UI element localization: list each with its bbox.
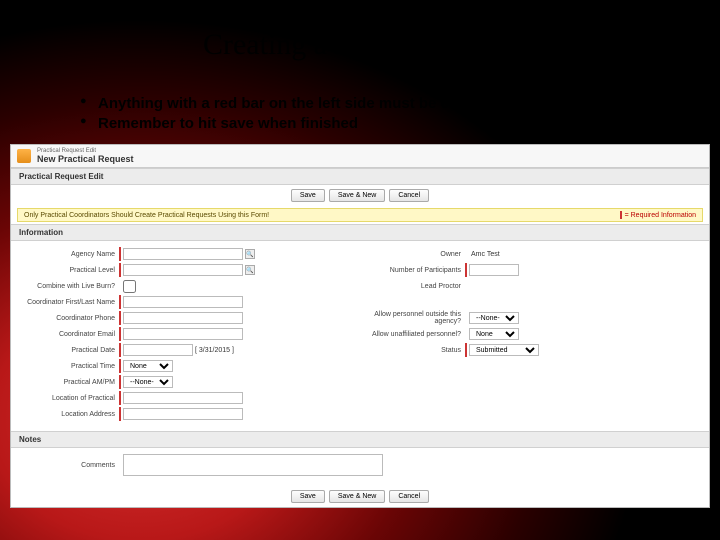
allow-unaffiliated-select[interactable]: None (469, 328, 519, 340)
location-addr-input[interactable] (123, 408, 243, 420)
required-marker (119, 295, 121, 309)
section-notes-bar: Notes (11, 431, 709, 448)
lookup-icon[interactable]: 🔍 (245, 249, 255, 259)
warning-bar: Only Practical Coordinators Should Creat… (17, 208, 703, 222)
status-label: Status (365, 347, 465, 354)
practical-date-input[interactable] (123, 344, 193, 356)
bullet-item: Anything with a red bar on the left side… (80, 94, 516, 114)
owner-label: Owner (365, 251, 465, 258)
coord-email-label: Coordinator Email (19, 331, 119, 338)
coord-phone-label: Coordinator Phone (19, 315, 119, 322)
app-logo-icon (17, 149, 31, 163)
location-input[interactable] (123, 392, 243, 404)
required-marker (119, 263, 121, 277)
owner-value: Amc Test (469, 251, 500, 258)
participants-label: Number of Participants (365, 267, 465, 274)
required-marker (119, 391, 121, 405)
comments-textarea[interactable] (123, 454, 383, 476)
practical-date-label: Practical Date (19, 347, 119, 354)
agency-name-input[interactable] (123, 248, 243, 260)
form-body: Agency Name 🔍 Practical Level 🔍 Combine … (11, 241, 709, 431)
coord-name-label: Coordinator First/Last Name (19, 299, 119, 306)
required-marker (119, 407, 121, 421)
date-hint[interactable]: [ 3/31/2015 ] (193, 347, 234, 354)
slide-bullets: Anything with a red bar on the left side… (80, 94, 516, 135)
status-select[interactable]: Submitted (469, 344, 539, 356)
toolbar-top: Save Save & New Cancel (11, 185, 709, 206)
allow-outside-label: Allow personnel outside this agency? (365, 311, 465, 325)
coord-name-input[interactable] (123, 296, 243, 308)
section-information-bar: Information (11, 224, 709, 241)
warning-text: Only Practical Coordinators Should Creat… (24, 212, 269, 219)
practical-time-select[interactable]: None (123, 360, 173, 372)
comments-label: Comments (19, 462, 119, 469)
bullet-item: Remember to hit save when finished (80, 114, 516, 134)
required-marker (119, 247, 121, 261)
required-marker (119, 327, 121, 341)
form-left-column: Agency Name 🔍 Practical Level 🔍 Combine … (19, 245, 355, 423)
location-addr-label: Location Address (19, 411, 119, 418)
notes-body: Comments (11, 448, 709, 486)
required-marker (465, 263, 467, 277)
practical-time-label: Practical Time (19, 363, 119, 370)
cancel-button[interactable]: Cancel (389, 490, 429, 503)
toolbar-bottom: Save Save & New Cancel (11, 486, 709, 507)
participants-input[interactable] (469, 264, 519, 276)
lookup-icon[interactable]: 🔍 (245, 265, 255, 275)
practical-ampm-select[interactable]: --None-- (123, 376, 173, 388)
location-label: Location of Practical (19, 395, 119, 402)
save-button[interactable]: Save (291, 189, 325, 202)
slide: Creating a Practical Exam Anything with … (0, 0, 720, 540)
required-marker (465, 343, 467, 357)
save-new-button[interactable]: Save & New (329, 189, 386, 202)
app-header-title: New Practical Request (37, 155, 134, 165)
save-button[interactable]: Save (291, 490, 325, 503)
required-marker (119, 375, 121, 389)
practical-level-label: Practical Level (19, 267, 119, 274)
coord-phone-input[interactable] (123, 312, 243, 324)
agency-name-label: Agency Name (19, 251, 119, 258)
combine-live-burn-label: Combine with Live Burn? (19, 283, 119, 290)
combine-live-burn-checkbox[interactable] (123, 280, 136, 293)
required-marker (119, 343, 121, 357)
slide-title: Creating a Practical Exam (0, 28, 720, 62)
save-new-button[interactable]: Save & New (329, 490, 386, 503)
allow-unaffiliated-label: Allow unaffiliated personnel? (365, 331, 465, 338)
required-marker (119, 359, 121, 373)
lead-proctor-label: Lead Proctor (365, 283, 465, 290)
app-screenshot: Practical Request Edit New Practical Req… (10, 144, 710, 508)
required-legend: = Required Information (620, 211, 696, 219)
required-marker (119, 311, 121, 325)
practical-ampm-label: Practical AM/PM (19, 379, 119, 386)
cancel-button[interactable]: Cancel (389, 189, 429, 202)
form-right-column: Owner Amc Test Number of Participants Le… (365, 245, 701, 423)
practical-level-input[interactable] (123, 264, 243, 276)
allow-outside-select[interactable]: --None-- (469, 312, 519, 324)
app-header: Practical Request Edit New Practical Req… (11, 145, 709, 168)
coord-email-input[interactable] (123, 328, 243, 340)
section-edit-bar: Practical Request Edit (11, 168, 709, 185)
